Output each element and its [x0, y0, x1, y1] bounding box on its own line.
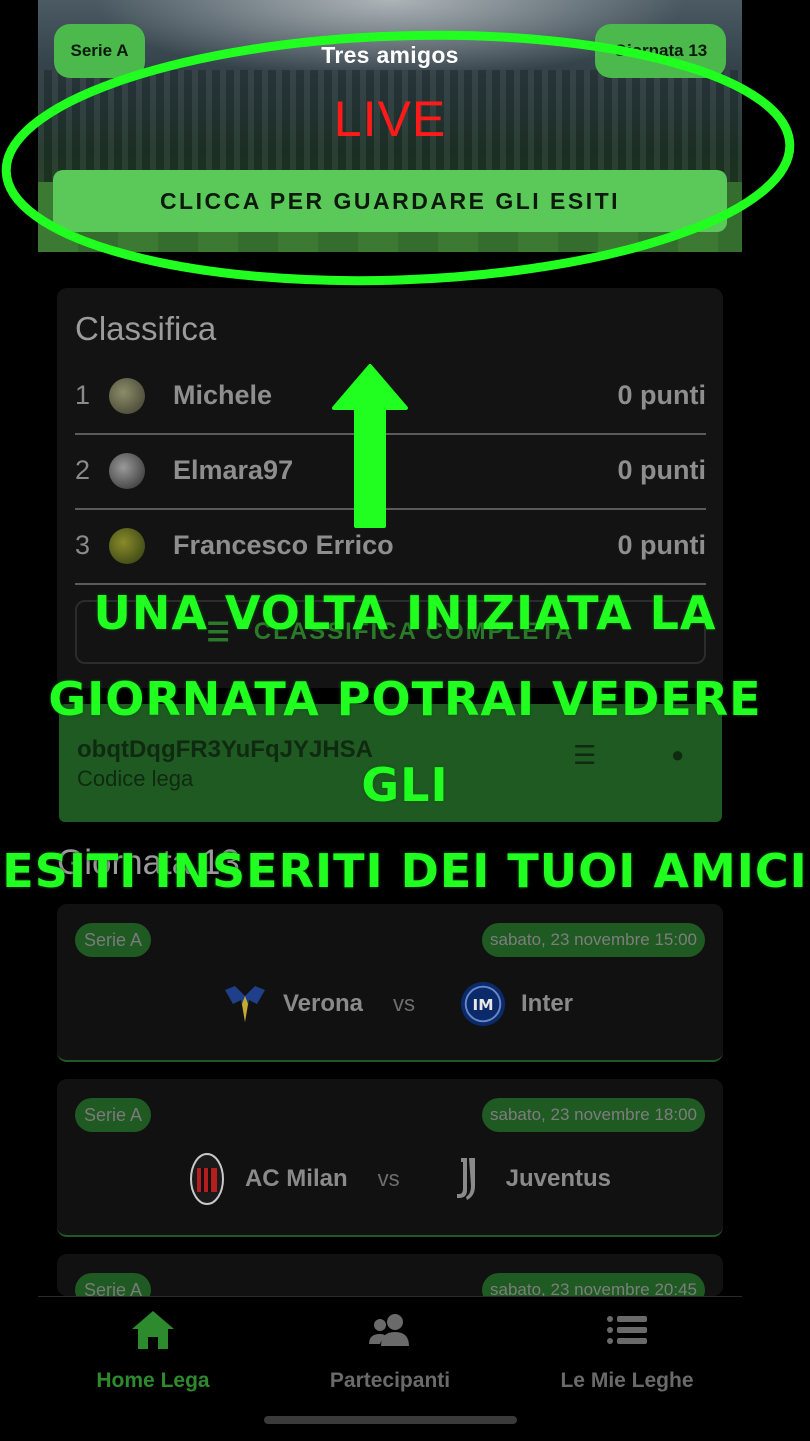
- nav-participants-label: Partecipanti: [329, 1369, 451, 1392]
- standings-player-name: Francesco Errico: [173, 530, 394, 560]
- annotation-line: Una volta iniziata la: [93, 586, 717, 640]
- avatar: [109, 527, 145, 564]
- view-outcomes-button[interactable]: CLICCA PER GUARDARE GLI ESITI: [53, 170, 727, 232]
- standings-points: 0 punti: [617, 380, 707, 410]
- vs-label: vs: [393, 991, 416, 1016]
- nav-home-lega[interactable]: Home Lega: [53, 1305, 253, 1393]
- users-icon: [290, 1305, 490, 1355]
- match-datetime-badge: sabato, 23 novembre 20:45: [482, 1273, 705, 1296]
- home-team: AC Milan: [244, 1165, 348, 1192]
- avatar: [109, 452, 145, 489]
- nav-my-leagues[interactable]: Le Mie Leghe: [527, 1305, 727, 1393]
- match-teams: Verona vs IM Inter: [57, 976, 723, 1032]
- league-hero-banner: Serie A Tres amigos Giornata 13 LIVE CLI…: [38, 0, 742, 252]
- match-teams: AC Milan vs Juventus: [57, 1151, 723, 1207]
- standings-rank: 1: [75, 380, 91, 410]
- competition-badge: Serie A: [75, 1098, 152, 1132]
- nav-my-leagues-label: Le Mie Leghe: [560, 1369, 694, 1392]
- match-card[interactable]: Serie A sabato, 23 novembre 18:00 AC Mil…: [57, 1079, 723, 1237]
- milan-crest-icon: [183, 1153, 231, 1205]
- match-datetime-badge: sabato, 23 novembre 15:00: [482, 923, 705, 957]
- standings-title: Classifica: [75, 310, 217, 347]
- match-datetime-badge: sabato, 23 novembre 18:00: [482, 1098, 705, 1132]
- inter-crest-icon: IM: [459, 980, 507, 1028]
- competition-badge: Serie A: [75, 923, 152, 957]
- annotation-line: giornata potrai vedere gli: [48, 672, 762, 812]
- vs-label: vs: [377, 1166, 400, 1191]
- juventus-crest-icon: [444, 1155, 492, 1203]
- away-team: Juventus: [505, 1165, 612, 1192]
- match-card[interactable]: Serie A sabato, 23 novembre 20:45: [57, 1254, 723, 1296]
- annotation-line: esiti inseriti dei tuoi amici: [2, 844, 808, 898]
- home-team: Verona: [282, 990, 364, 1017]
- list-icon: [527, 1305, 727, 1355]
- verona-crest-icon: [221, 980, 269, 1028]
- svg-text:IM: IM: [473, 996, 494, 1014]
- match-card[interactable]: Serie A sabato, 23 novembre 15:00 Verona…: [57, 904, 723, 1062]
- standings-rank: 3: [75, 530, 91, 560]
- away-team: Inter: [521, 990, 574, 1017]
- competition-badge: Serie A: [75, 1273, 152, 1296]
- up-arrow-icon: [332, 364, 408, 528]
- avatar: [109, 377, 145, 414]
- standings-points: 0 punti: [617, 530, 707, 560]
- home-icon: [53, 1305, 253, 1355]
- standings-rank: 2: [75, 455, 91, 485]
- live-label: LIVE: [333, 91, 447, 147]
- nav-home-label: Home Lega: [96, 1369, 210, 1392]
- matchday-badge: Giornata 13: [595, 24, 726, 78]
- nav-participants[interactable]: Partecipanti: [290, 1305, 490, 1393]
- tutorial-annotation: Una volta iniziata la giornata potrai ve…: [0, 570, 810, 914]
- standings-points: 0 punti: [617, 455, 707, 485]
- home-indicator[interactable]: [264, 1416, 517, 1424]
